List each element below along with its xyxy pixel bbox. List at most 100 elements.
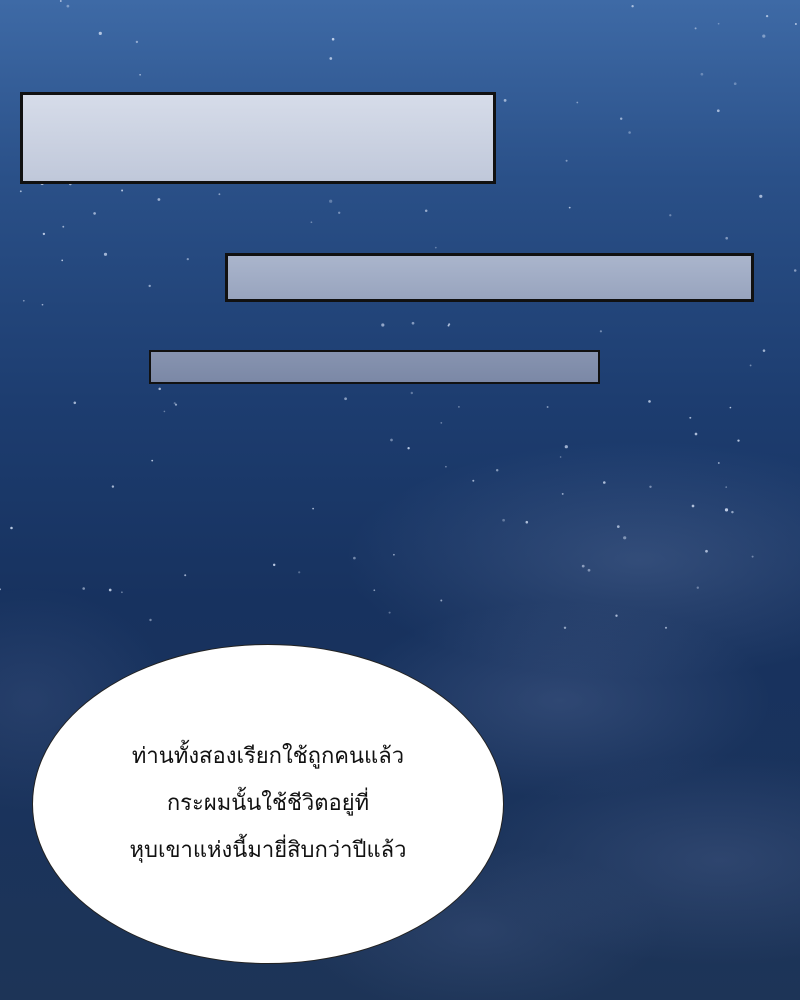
star	[729, 406, 732, 409]
star	[135, 40, 139, 44]
star	[111, 485, 115, 488]
star	[694, 27, 697, 30]
star	[163, 410, 166, 413]
star	[445, 465, 447, 468]
star	[503, 99, 507, 102]
star	[733, 82, 737, 86]
star	[458, 406, 460, 408]
star	[41, 303, 44, 306]
star	[108, 588, 112, 592]
star	[73, 401, 77, 405]
speech-line-1: ท่านทั้งสองเรียกใช้ถูกคนแล้ว	[131, 743, 405, 769]
star	[22, 299, 25, 302]
star	[623, 536, 627, 540]
star	[62, 225, 65, 228]
caption-box-3	[149, 350, 600, 384]
star	[568, 206, 571, 209]
star	[448, 323, 451, 326]
star	[388, 611, 391, 614]
star	[561, 492, 564, 495]
speech-bubble-text: ท่านทั้งสองเรียกใช้ถูกคนแล้ว กระผมนั้นใช…	[130, 733, 407, 874]
star	[139, 73, 141, 76]
star	[93, 212, 96, 215]
star	[717, 22, 720, 25]
star	[525, 520, 529, 524]
star	[173, 402, 176, 405]
star	[338, 211, 341, 214]
star	[749, 364, 752, 367]
star	[599, 330, 603, 333]
star	[331, 37, 335, 41]
star	[149, 618, 152, 622]
star	[546, 406, 549, 408]
star	[619, 117, 623, 120]
star	[424, 209, 428, 213]
star	[151, 459, 154, 462]
star	[731, 510, 734, 514]
star	[158, 387, 161, 391]
caption-box-2	[225, 253, 754, 302]
star	[410, 391, 414, 395]
star	[103, 252, 108, 256]
star	[759, 194, 763, 198]
star	[121, 591, 123, 594]
speech-line-3: หุบเขาแห่งนี้มายี่สิบกว่าปีแล้ว	[129, 837, 407, 863]
star	[157, 198, 161, 201]
speech-bubble: ท่านทั้งสองเรียกใช้ถูกคนแล้ว กระผมนั้นใช…	[32, 644, 504, 964]
star	[344, 397, 347, 401]
star	[381, 323, 385, 327]
star	[98, 31, 102, 35]
star	[725, 236, 728, 240]
star	[689, 416, 692, 419]
star	[602, 481, 606, 484]
star	[218, 193, 221, 196]
star	[716, 109, 720, 113]
star	[691, 504, 695, 508]
star	[184, 574, 187, 577]
star	[447, 324, 450, 327]
star	[472, 479, 475, 482]
caption-box-1	[20, 92, 496, 184]
star	[559, 456, 562, 458]
star	[705, 549, 708, 553]
star	[762, 349, 766, 352]
star	[717, 462, 720, 464]
star	[563, 626, 567, 630]
star	[82, 587, 85, 590]
speech-line-2: กระผมนั้นใช้ชีวิตอยู่ที่	[166, 790, 370, 816]
star	[393, 553, 395, 556]
star	[565, 159, 568, 162]
night-sky-background: ท่านทั้งสองเรียกใช้ถูกคนแล้ว กระผมนั้นใช…	[0, 0, 800, 1000]
star	[587, 568, 591, 572]
star	[298, 571, 301, 574]
star	[440, 422, 443, 424]
star	[373, 589, 376, 592]
star	[440, 599, 443, 602]
star	[19, 190, 22, 193]
star	[648, 400, 651, 403]
star	[502, 518, 505, 522]
star	[10, 526, 13, 530]
star	[616, 525, 620, 528]
star	[615, 614, 618, 617]
star	[737, 439, 740, 442]
star	[434, 246, 437, 249]
star	[329, 199, 333, 203]
star	[751, 555, 754, 558]
star	[59, 0, 62, 2]
star	[762, 34, 766, 38]
star	[628, 131, 631, 134]
star	[794, 23, 797, 25]
star	[186, 257, 189, 261]
star	[495, 469, 499, 472]
star	[310, 221, 313, 224]
star	[329, 57, 333, 60]
star	[407, 447, 410, 450]
star	[390, 438, 393, 442]
star	[66, 4, 70, 8]
star	[353, 556, 356, 560]
star	[631, 5, 634, 8]
star	[121, 189, 124, 192]
star	[564, 445, 568, 449]
star	[576, 101, 579, 104]
